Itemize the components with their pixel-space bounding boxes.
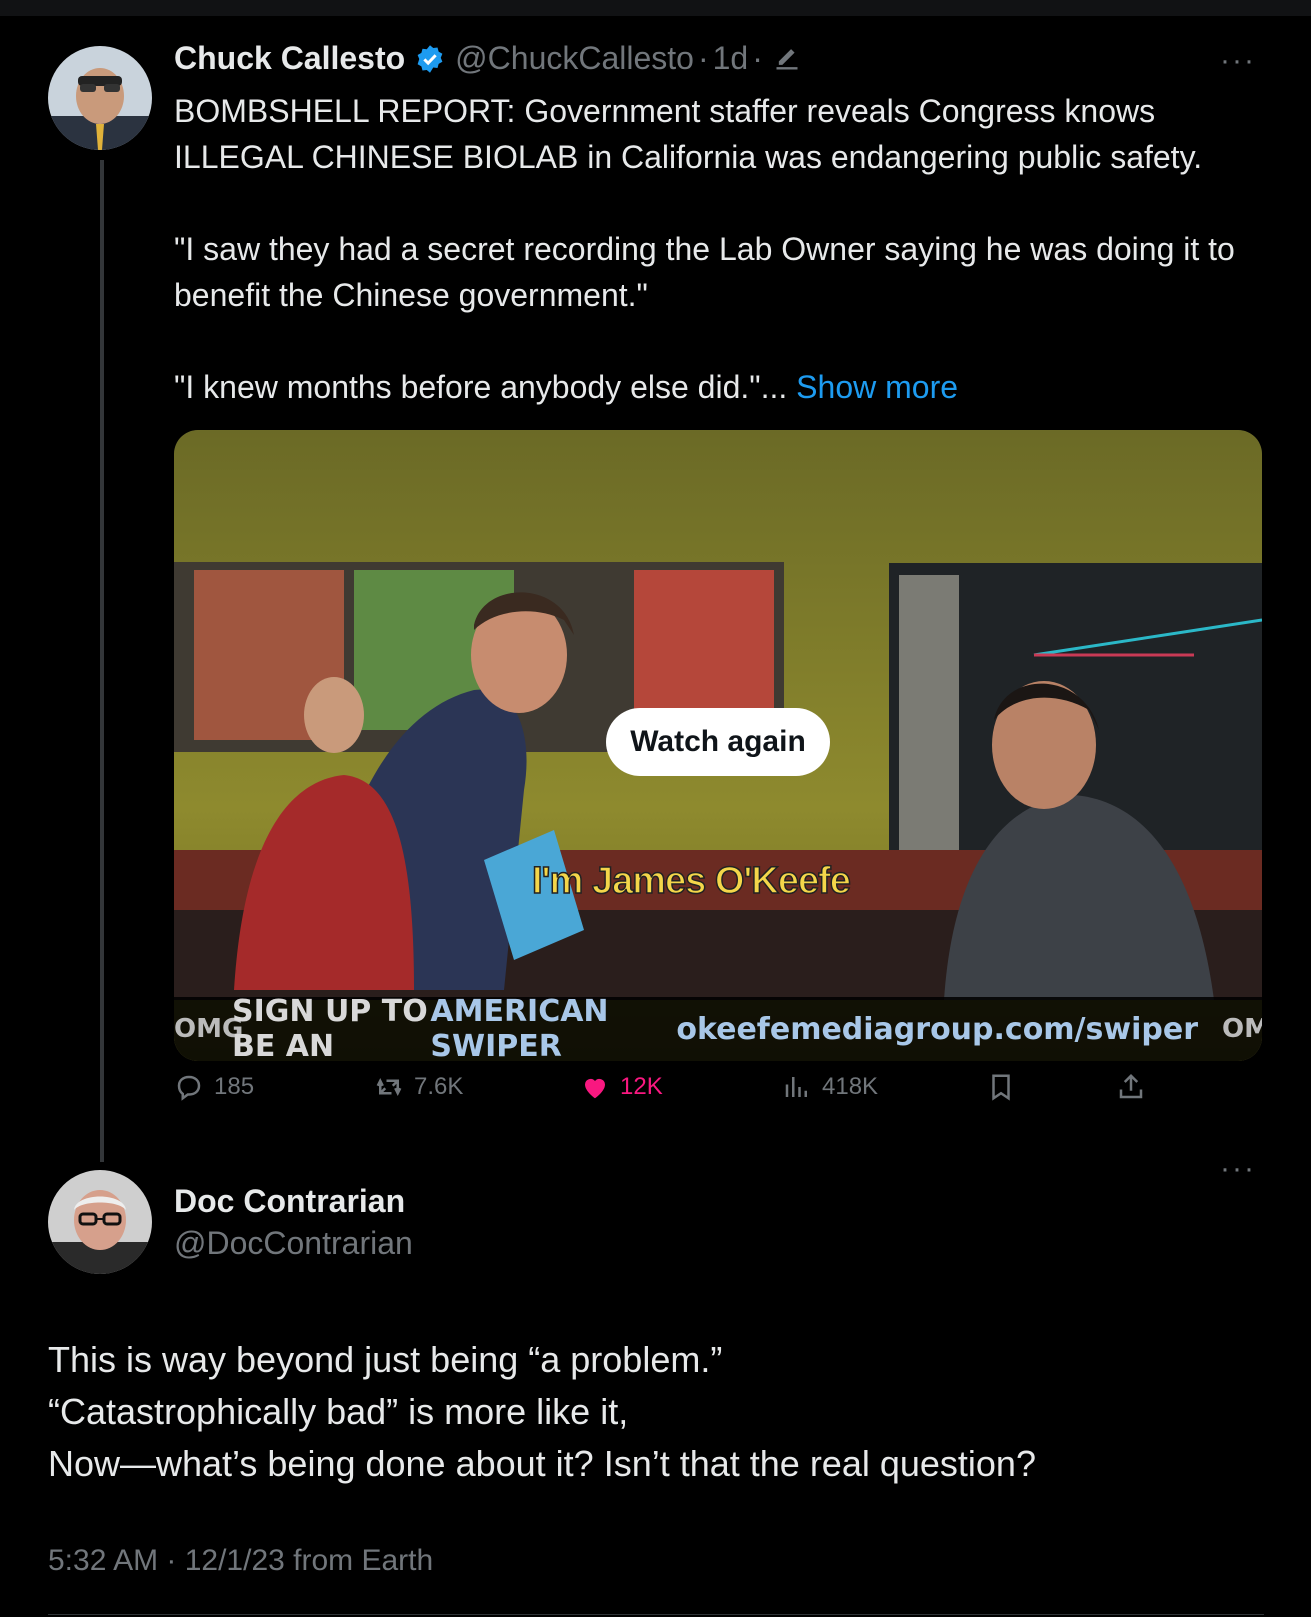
reply-button[interactable]: 185 bbox=[174, 1072, 254, 1102]
like-button[interactable]: 12K bbox=[580, 1072, 663, 1102]
video-banner: OMG SIGN UP TO BE AN AMERICAN SWIPER oke… bbox=[174, 994, 1262, 1061]
tweet-text: BOMBSHELL REPORT: Government staffer rev… bbox=[174, 88, 1274, 410]
avatar-chuck[interactable] bbox=[48, 46, 152, 150]
tweet-actions: 185 7.6K 12K 418K bbox=[174, 1072, 1262, 1116]
views-button[interactable]: 418K bbox=[782, 1072, 878, 1102]
views-chart-icon bbox=[785, 1077, 807, 1097]
separator: · bbox=[697, 40, 709, 76]
repost-count: 7.6K bbox=[414, 1073, 464, 1100]
heart-filled-icon bbox=[585, 1078, 605, 1099]
share-icon bbox=[1119, 1073, 1143, 1099]
banner-text: SIGN UP TO BE AN bbox=[232, 994, 428, 1061]
separator: · bbox=[752, 40, 763, 76]
divider bbox=[48, 1614, 1264, 1615]
video-caption: I'm James O'Keefe bbox=[531, 859, 851, 903]
reply-text: This is way beyond just being “a problem… bbox=[48, 1339, 1036, 1484]
omg-logo: OMG bbox=[1222, 1014, 1262, 1044]
bookmark-button[interactable] bbox=[986, 1072, 1026, 1102]
reply-author-name[interactable]: Doc Contrarian bbox=[174, 1183, 405, 1220]
author-name[interactable]: Chuck Callesto bbox=[174, 40, 405, 77]
reply-author-handle[interactable]: @DocContrarian bbox=[174, 1225, 413, 1262]
watch-again-button[interactable]: Watch again bbox=[606, 708, 830, 776]
author-handle[interactable]: @ChuckCallesto bbox=[455, 40, 694, 77]
tweet-header: Chuck Callesto @ChuckCallesto · 1d · bbox=[174, 40, 801, 77]
omg-logo: OMG bbox=[174, 1014, 244, 1044]
banner-url: okeefemediagroup.com/swiper bbox=[676, 1011, 1198, 1047]
more-options-icon[interactable]: ··· bbox=[1220, 44, 1256, 78]
banner-highlight: AMERICAN SWIPER bbox=[430, 994, 609, 1061]
edited-pencil-icon[interactable] bbox=[773, 45, 801, 73]
share-button[interactable] bbox=[1116, 1072, 1156, 1102]
timestamp[interactable]: 1d bbox=[713, 40, 749, 77]
reply-icon bbox=[177, 1075, 201, 1101]
avatar-doc[interactable] bbox=[48, 1170, 152, 1274]
reply-count: 185 bbox=[214, 1073, 255, 1100]
verified-badge-icon bbox=[417, 44, 443, 73]
view-count: 418K bbox=[822, 1073, 879, 1100]
bookmark-icon bbox=[992, 1074, 1010, 1101]
tweet-body: BOMBSHELL REPORT: Government staffer rev… bbox=[174, 93, 1235, 405]
reply-timestamp[interactable]: 5:32 AM · 12/1/23 from Earth bbox=[48, 1544, 433, 1578]
video-player[interactable]: Watch again I'm James O'Keefe OMG SIGN U… bbox=[174, 430, 1262, 1061]
repost-icon bbox=[376, 1077, 402, 1097]
thread-connector bbox=[100, 160, 104, 1162]
show-more-link[interactable]: Show more bbox=[796, 369, 958, 405]
reply-more-options-icon[interactable]: ··· bbox=[1220, 1152, 1256, 1186]
like-count: 12K bbox=[620, 1073, 663, 1100]
repost-button[interactable]: 7.6K bbox=[374, 1072, 463, 1102]
status-bar bbox=[0, 0, 1311, 16]
